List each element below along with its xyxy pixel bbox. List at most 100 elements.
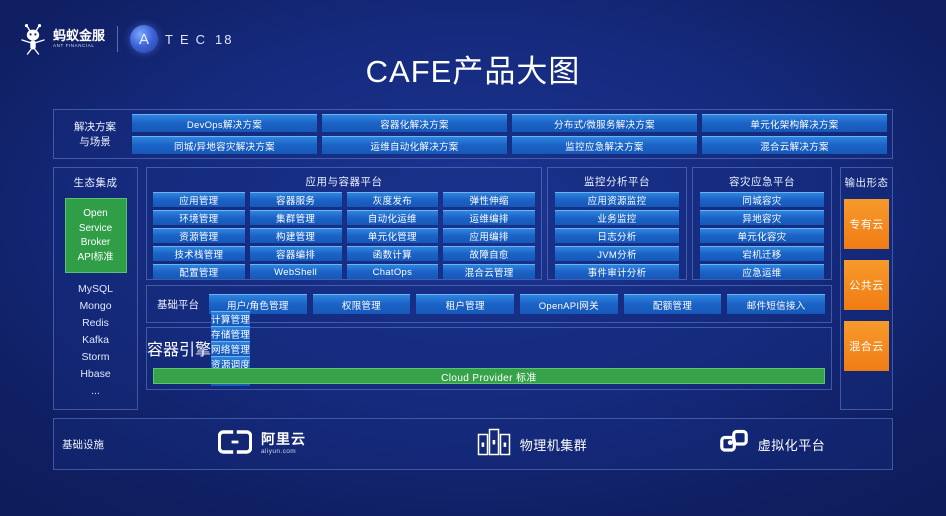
ecosystem-title: 生态集成: [73, 177, 118, 189]
container-engine-item[interactable]: 计算管理: [211, 310, 251, 326]
virtualization-label: 虚拟化平台: [757, 437, 826, 453]
dr-platform-grid: 同城容灾 异地容灾 单元化容灾 宕机迁移 应急运维: [700, 192, 824, 279]
solutions-label: 解决方案 与场景: [60, 116, 130, 154]
monitor-analysis-platform: 监控分析平台 应用资源监控 业务监控 日志分析 JVM分析 事件审计分析: [547, 167, 687, 280]
monitor-platform-item[interactable]: JVM分析: [555, 246, 679, 261]
app-platform-item[interactable]: 自动化运维: [346, 210, 439, 225]
app-platform-item[interactable]: 灰度发布: [346, 192, 439, 207]
container-engine-row: 容器引擎 计算管理 存储管理 网络管理 资源调度 镜像中心 Cloud Prov…: [146, 310, 832, 390]
solution-chip[interactable]: DevOps解决方案: [132, 114, 317, 132]
solutions-label-line1: 解决方案: [74, 120, 116, 133]
base-platform-item[interactable]: 权限管理: [312, 294, 411, 314]
list-item: Storm: [81, 351, 110, 363]
server-rack-icon: [477, 428, 511, 461]
osb-line: Open: [83, 208, 108, 219]
ecosystem-component-list: MySQL Mongo Redis Kafka Storm Hbase ...: [54, 281, 137, 400]
osb-line: Service: [78, 222, 113, 234]
output-form-item[interactable]: 混合云: [844, 321, 889, 371]
solution-chip[interactable]: 同城/异地容灾解决方案: [132, 136, 317, 154]
monitor-platform-grid: 应用资源监控 业务监控 日志分析 JVM分析 事件审计分析: [555, 192, 679, 279]
app-platform-grid: 应用管理 容器服务 灰度发布 弹性伸缩 环境管理 集群管理 自动化运维 运维编排…: [153, 192, 535, 279]
app-platform-item[interactable]: ChatOps: [346, 264, 439, 279]
atec-wordmark: TEC: [165, 31, 213, 47]
brand-name-cn: 蚂蚁金服: [53, 28, 106, 44]
aliyun-logo-icon: [217, 429, 253, 459]
app-platform-item[interactable]: 单元化管理: [346, 228, 439, 243]
list-item: Mongo: [79, 300, 112, 312]
dr-platform-title: 容灾应急平台: [729, 176, 795, 188]
solutions-row-1: DevOps解决方案 容器化解决方案 分布式/微服务解决方案 单元化架构解决方案: [132, 114, 887, 132]
solution-chip[interactable]: 分布式/微服务解决方案: [512, 114, 697, 132]
list-item: ...: [91, 385, 100, 397]
app-platform-item[interactable]: 故障自愈: [443, 246, 535, 261]
output-forms-list: 专有云 公共云 混合云: [841, 199, 892, 371]
dr-platform-item[interactable]: 异地容灾: [700, 210, 824, 225]
app-platform-item[interactable]: 运维编排: [443, 210, 535, 225]
monitor-platform-item[interactable]: 业务监控: [555, 210, 679, 225]
app-platform-item[interactable]: 集群管理: [249, 210, 342, 225]
dr-platform-item[interactable]: 宕机迁移: [700, 246, 824, 261]
open-service-broker-box: Open Service Broker API标准: [64, 198, 127, 273]
container-engine-item[interactable]: 存储管理: [211, 325, 251, 341]
solutions-row-2: 同城/异地容灾解决方案 运维自动化解决方案 监控应急解决方案 混合云解决方案: [132, 136, 887, 154]
list-item: Hbase: [80, 368, 111, 380]
infrastructure-section: 基础设施 阿里云 aliyun.com 物理机集群 虚拟化平台: [53, 418, 893, 470]
solutions-section: 解决方案 与场景 DevOps解决方案 容器化解决方案 分布式/微服务解决方案 …: [53, 109, 893, 159]
base-platform-item[interactable]: 配额管理: [623, 294, 722, 314]
output-form-item[interactable]: 专有云: [844, 199, 889, 249]
base-platform-item[interactable]: 邮件短信接入: [727, 294, 826, 314]
dr-platform-item[interactable]: 同城容灾: [700, 192, 824, 207]
solution-chip[interactable]: 运维自动化解决方案: [322, 136, 507, 154]
infrastructure-label: 基础设施: [62, 438, 104, 451]
app-platform-item[interactable]: 函数计算: [346, 246, 439, 261]
app-platform-item[interactable]: 容器编排: [249, 246, 342, 261]
app-platform-item[interactable]: 弹性伸缩: [443, 192, 535, 207]
output-form-item[interactable]: 公共云: [844, 260, 889, 310]
base-platform-items: 用户/角色管理 权限管理 租户管理 OpenAPI网关 配额管理 邮件短信接入: [209, 294, 831, 314]
disaster-recovery-platform: 容灾应急平台 同城容灾 异地容灾 单元化容灾 宕机迁移 应急运维: [692, 167, 832, 280]
aliyun-name-en: aliyun.com: [261, 448, 297, 456]
monitor-platform-item[interactable]: 日志分析: [555, 228, 679, 243]
dr-platform-item[interactable]: 应急运维: [700, 264, 824, 279]
app-platform-item[interactable]: 应用编排: [443, 228, 535, 243]
app-platform-item[interactable]: 构建管理: [249, 228, 342, 243]
infrastructure-item-physical-cluster: 物理机集群: [412, 428, 652, 461]
base-platform-item[interactable]: OpenAPI网关: [520, 294, 618, 314]
app-platform-item[interactable]: 技术栈管理: [153, 246, 245, 261]
infrastructure-item-aliyun: 阿里云 aliyun.com: [112, 429, 412, 459]
app-platform-title: 应用与容器平台: [305, 176, 383, 188]
platform-row: 应用与容器平台 应用管理 容器服务 灰度发布 弹性伸缩 环境管理 集群管理 自动…: [146, 167, 832, 280]
infrastructure-items: 阿里云 aliyun.com 物理机集群 虚拟化平台: [112, 427, 892, 462]
base-platform-item[interactable]: 租户管理: [416, 294, 515, 314]
solution-chip[interactable]: 容器化解决方案: [322, 114, 507, 132]
list-item: Redis: [82, 317, 109, 329]
app-platform-item[interactable]: 环境管理: [153, 210, 245, 225]
monitor-platform-title: 监控分析平台: [584, 176, 650, 188]
app-container-platform: 应用与容器平台 应用管理 容器服务 灰度发布 弹性伸缩 环境管理 集群管理 自动…: [146, 167, 542, 280]
app-platform-item[interactable]: 混合云管理: [443, 264, 535, 279]
list-item: Kafka: [82, 334, 109, 346]
container-engine-item[interactable]: 网络管理: [211, 340, 251, 356]
output-forms-section: 输出形态 专有云 公共云 混合云: [840, 167, 893, 410]
osb-line: Broker: [80, 237, 111, 248]
solution-chip[interactable]: 监控应急解决方案: [512, 136, 697, 154]
app-platform-item[interactable]: 资源管理: [153, 228, 245, 243]
solutions-rows: DevOps解决方案 容器化解决方案 分布式/微服务解决方案 单元化架构解决方案…: [132, 114, 887, 154]
app-platform-item[interactable]: 配置管理: [153, 264, 245, 279]
app-platform-item[interactable]: WebShell: [249, 264, 342, 279]
platform-stack: 应用与容器平台 应用管理 容器服务 灰度发布 弹性伸缩 环境管理 集群管理 自动…: [146, 167, 832, 410]
atec-letter-a: A: [139, 30, 150, 48]
app-platform-item[interactable]: 应用管理: [153, 192, 245, 207]
monitor-platform-item[interactable]: 事件审计分析: [555, 264, 679, 279]
aliyun-name-cn: 阿里云: [261, 431, 306, 448]
solution-chip[interactable]: 单元化架构解决方案: [702, 114, 887, 132]
monitor-platform-item[interactable]: 应用资源监控: [555, 192, 679, 207]
page-title: CAFE产品大图: [365, 54, 581, 89]
dr-platform-item[interactable]: 单元化容灾: [700, 228, 824, 243]
solutions-label-line2: 与场景: [79, 136, 111, 148]
base-platform-label: 基础平台: [157, 298, 199, 311]
app-platform-item[interactable]: 容器服务: [249, 192, 342, 207]
list-item: MySQL: [77, 283, 113, 295]
solution-chip[interactable]: 混合云解决方案: [702, 136, 887, 154]
cloud-provider-standard-bar: Cloud Provider 标准: [153, 368, 825, 384]
